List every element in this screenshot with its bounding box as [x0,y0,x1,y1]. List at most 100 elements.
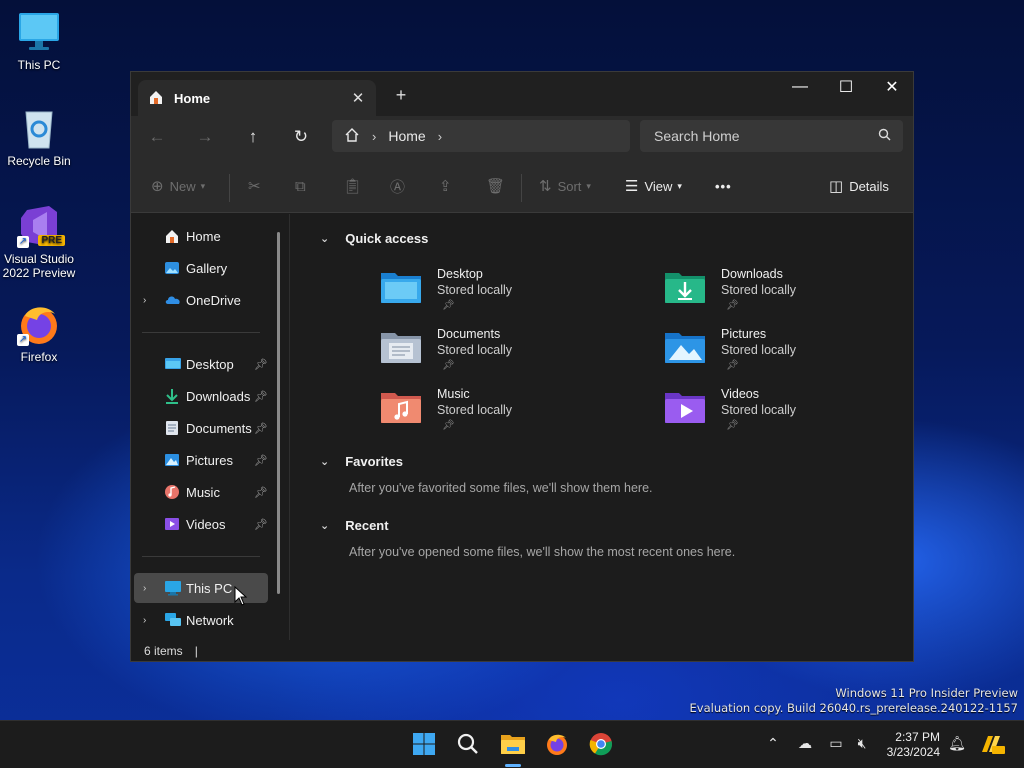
sidebar-item-downloads[interactable]: Downloads 📌︎ [134,381,268,411]
sidebar-item-desktop[interactable]: Desktop 📌︎ [134,349,268,379]
divider [142,332,260,333]
desktop-icon-recycle-bin[interactable]: Recycle Bin [1,106,77,168]
chevron-right-icon[interactable]: › [143,295,146,306]
up-arrow-icon[interactable]: ↑ [239,125,267,149]
maximize-button[interactable]: ☐ [823,72,869,102]
item-status: Stored locally [721,343,797,357]
network-icon[interactable]: ▭ [825,735,847,752]
sidebar-item-home[interactable]: Home [134,221,268,251]
new-tab-button[interactable]: + [393,85,409,106]
section-header-recent[interactable]: ⌄ Recent [320,518,389,533]
content-pane: ⌄ Quick access Desktop Stored locally 📌︎… [290,214,914,640]
file-explorer-window: Home ✕ + — ☐ ✕ ← → ↑ ↻ › Home › ⊕ [130,71,914,662]
sidebar-item-network[interactable]: › Network [134,605,268,635]
back-arrow-icon[interactable]: ← [143,125,171,149]
pin-icon[interactable]: 📌︎ [254,486,268,499]
search-box[interactable] [640,120,903,152]
quick-access-item-documents[interactable]: Documents Stored locally 📌︎ [379,327,619,385]
cut-button[interactable]: ✂ [248,172,267,200]
clock[interactable]: 2:37 PM 3/23/2024 [872,730,940,760]
sidebar-item-onedrive[interactable]: › OneDrive [134,285,268,315]
search-button[interactable] [452,729,484,761]
details-button[interactable]: ◫ Details [829,172,889,200]
forward-arrow-icon[interactable]: → [191,125,219,149]
show-hidden-icons-chevron-icon[interactable]: ⌃ [762,735,784,752]
quick-access-item-desktop[interactable]: Desktop Stored locally 📌︎ [379,267,619,325]
minimize-button[interactable]: — [777,72,823,102]
sort-button[interactable]: ⇅ Sort ▾ [539,172,591,200]
sidebar-item-music[interactable]: Music 📌︎ [134,477,268,507]
ellipsis-icon: ••• [715,178,732,194]
desktop-icon-this-pc[interactable]: This PC [1,10,77,72]
command-bar: ⊕ New ▾ ✂ ⧉ 📋︎ Ⓐ ⇪ 🗑︎ ⇅ Sort ▾ ☰ View ▾ … [131,158,913,213]
windows-logo-icon [412,732,436,759]
taskbar-firefox[interactable] [541,729,573,761]
cloud-icon [164,292,182,308]
pin-icon[interactable]: 📌︎ [254,454,268,467]
copy-icon: ⧉ [295,177,306,195]
taskbar-file-explorer[interactable] [497,729,529,767]
home-icon [164,228,182,244]
desktop-folder-icon [379,269,423,305]
pin-icon[interactable]: 📌︎ [254,358,268,371]
file-explorer-icon [500,733,526,758]
sidebar-item-gallery[interactable]: Gallery [134,253,268,283]
sidebar-scrollbar[interactable] [277,232,280,594]
pin-icon: 📌︎ [442,360,455,371]
rename-button[interactable]: Ⓐ [390,172,411,200]
desktop-icon-firefox[interactable]: ↗ Firefox [1,302,77,364]
more-options-button[interactable]: ••• [715,172,732,200]
share-button[interactable]: ⇪ [439,172,458,200]
pin-icon[interactable]: 📌︎ [254,390,268,403]
close-window-button[interactable]: ✕ [869,72,915,102]
copy-button[interactable]: ⧉ [295,172,312,200]
notification-bell-icon[interactable]: 🔔︎ [946,735,968,752]
videos-folder-icon [663,389,707,425]
section-header-favorites[interactable]: ⌄ Favorites [320,454,403,469]
paste-button[interactable]: 📋︎ [343,172,368,200]
new-button[interactable]: ⊕ New ▾ [151,172,205,200]
sidebar-item-documents[interactable]: Documents 📌︎ [134,413,268,443]
sidebar-item-pictures[interactable]: Pictures 📌︎ [134,445,268,475]
delete-button[interactable]: 🗑︎ [486,172,511,200]
desktop-icon-visual-studio[interactable]: PRE ↗ Visual Studio 2022 Preview [1,204,77,280]
network-icon [164,612,182,628]
breadcrumb[interactable]: Home [388,128,425,144]
start-button[interactable] [408,729,440,761]
item-status: Stored locally [721,283,797,297]
quick-access-item-music[interactable]: Music Stored locally 📌︎ [379,387,619,445]
refresh-icon[interactable]: ↻ [287,125,315,149]
volume-muted-icon[interactable]: 🔇︎ [851,735,873,752]
close-tab-icon[interactable]: ✕ [350,89,366,107]
pin-icon: 📌︎ [442,420,455,431]
quick-access-item-videos[interactable]: Videos Stored locally 📌︎ [663,387,903,445]
quick-access-item-pictures[interactable]: Pictures Stored locally 📌︎ [663,327,903,385]
taskbar-chrome[interactable] [585,729,617,761]
item-status: Stored locally [437,343,513,357]
copilot-button[interactable] [976,729,1008,761]
clock-time: 2:37 PM [895,730,940,744]
pc-icon [164,580,182,596]
section-header-quick-access[interactable]: ⌄ Quick access [320,231,428,246]
item-name: Pictures [721,327,767,341]
paste-icon: 📋︎ [343,178,363,195]
search-icon[interactable] [878,128,891,144]
chevron-right-icon[interactable]: › [143,615,146,626]
monitor-icon [17,10,61,54]
new-label: New [169,178,196,194]
view-button[interactable]: ☰ View ▾ [625,172,682,200]
tab-home[interactable]: Home ✕ [138,80,376,116]
pin-icon[interactable]: 📌︎ [254,518,268,531]
section-title: Recent [345,518,389,533]
address-bar[interactable]: › Home › [332,120,630,152]
quick-access-item-downloads[interactable]: Downloads Stored locally 📌︎ [663,267,903,325]
sidebar-item-videos[interactable]: Videos 📌︎ [134,509,268,539]
onedrive-offline-icon[interactable]: ☁︎ [794,735,816,752]
search-input[interactable] [654,128,878,144]
desktop-icon-label: Firefox [20,350,58,364]
pin-icon: 📌︎ [726,420,739,431]
clock-date: 3/23/2024 [886,745,940,759]
chevron-right-icon[interactable]: › [143,583,146,594]
pin-icon[interactable]: 📌︎ [254,422,268,435]
chevron-right-icon[interactable]: › [438,129,442,144]
